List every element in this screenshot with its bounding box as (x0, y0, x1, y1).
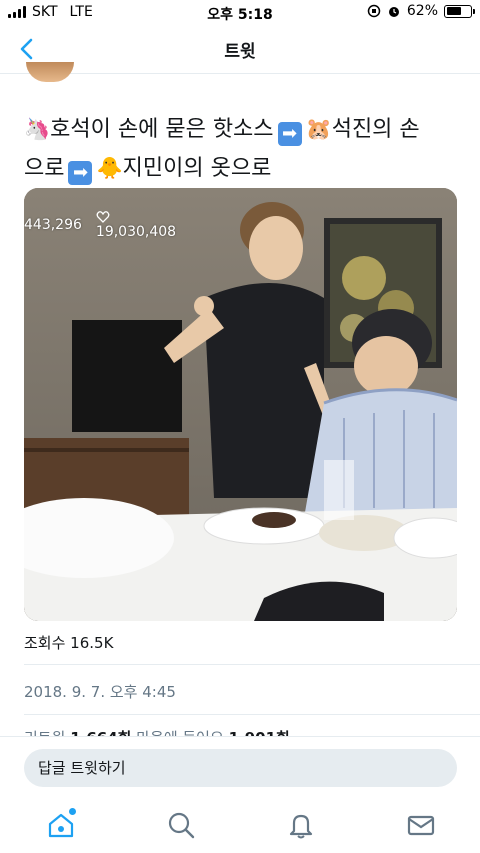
video-frame (24, 188, 457, 621)
tab-messages[interactable] (406, 810, 436, 840)
tweet-text-part4: 지민이의 옷으로 (122, 156, 272, 181)
media-view-count: 443,296 (24, 217, 82, 233)
chick-emoji: 🐥 (96, 156, 123, 180)
tweet-text-part2: 석진의 손 (331, 117, 420, 142)
battery-icon (444, 4, 475, 18)
notifications-icon (289, 814, 313, 839)
status-right: 62% (367, 3, 475, 19)
hamster-emoji: 🐹 (305, 117, 332, 141)
divider (24, 714, 480, 715)
page-title: 트윗 (224, 42, 256, 62)
tab-bar (0, 798, 480, 853)
orientation-lock-icon (367, 4, 381, 18)
right-arrow-icon: ➡ (68, 161, 93, 185)
reply-bar: 답글 트윗하기 (0, 736, 480, 798)
reply-input[interactable]: 답글 트윗하기 (24, 749, 457, 787)
alarm-icon (388, 7, 399, 17)
divider (24, 664, 480, 665)
tab-search[interactable] (166, 810, 196, 840)
heart-icon (96, 211, 110, 223)
unicorn-emoji: 🦄 (24, 117, 51, 141)
status-bar: SKT LTE 오후 5:18 62% (0, 0, 480, 24)
tweet-text: 🦄호석이 손에 묻은 핫소스 ➡ 🐹석진의 손 으로 ➡ 🐥지민이의 옷으로 (24, 110, 460, 188)
tab-home[interactable] (46, 808, 76, 840)
tweet-timestamp: 2018. 9. 7. 오후 4:45 (24, 683, 176, 701)
tab-notifications[interactable] (286, 810, 316, 840)
media-like-count: 19,030,408 (95, 224, 177, 240)
media-stats-overlay: 443,296 19,030,408 (24, 210, 176, 240)
view-count: 조회수 16.5K (24, 634, 114, 652)
media-like-count-wrap: 19,030,408 (96, 210, 176, 240)
search-icon (168, 812, 195, 839)
new-content-dot (69, 808, 76, 815)
right-arrow-icon: ➡ (277, 122, 302, 146)
avatar[interactable] (26, 62, 74, 82)
tweet-text-part1: 호석이 손에 묻은 핫소스 (50, 117, 274, 142)
tweet-media-video[interactable]: 443,296 19,030,408 (24, 188, 457, 621)
messages-icon (407, 815, 435, 836)
battery-percent: 62% (406, 3, 438, 19)
tweet-text-part3: 으로 (24, 156, 65, 181)
